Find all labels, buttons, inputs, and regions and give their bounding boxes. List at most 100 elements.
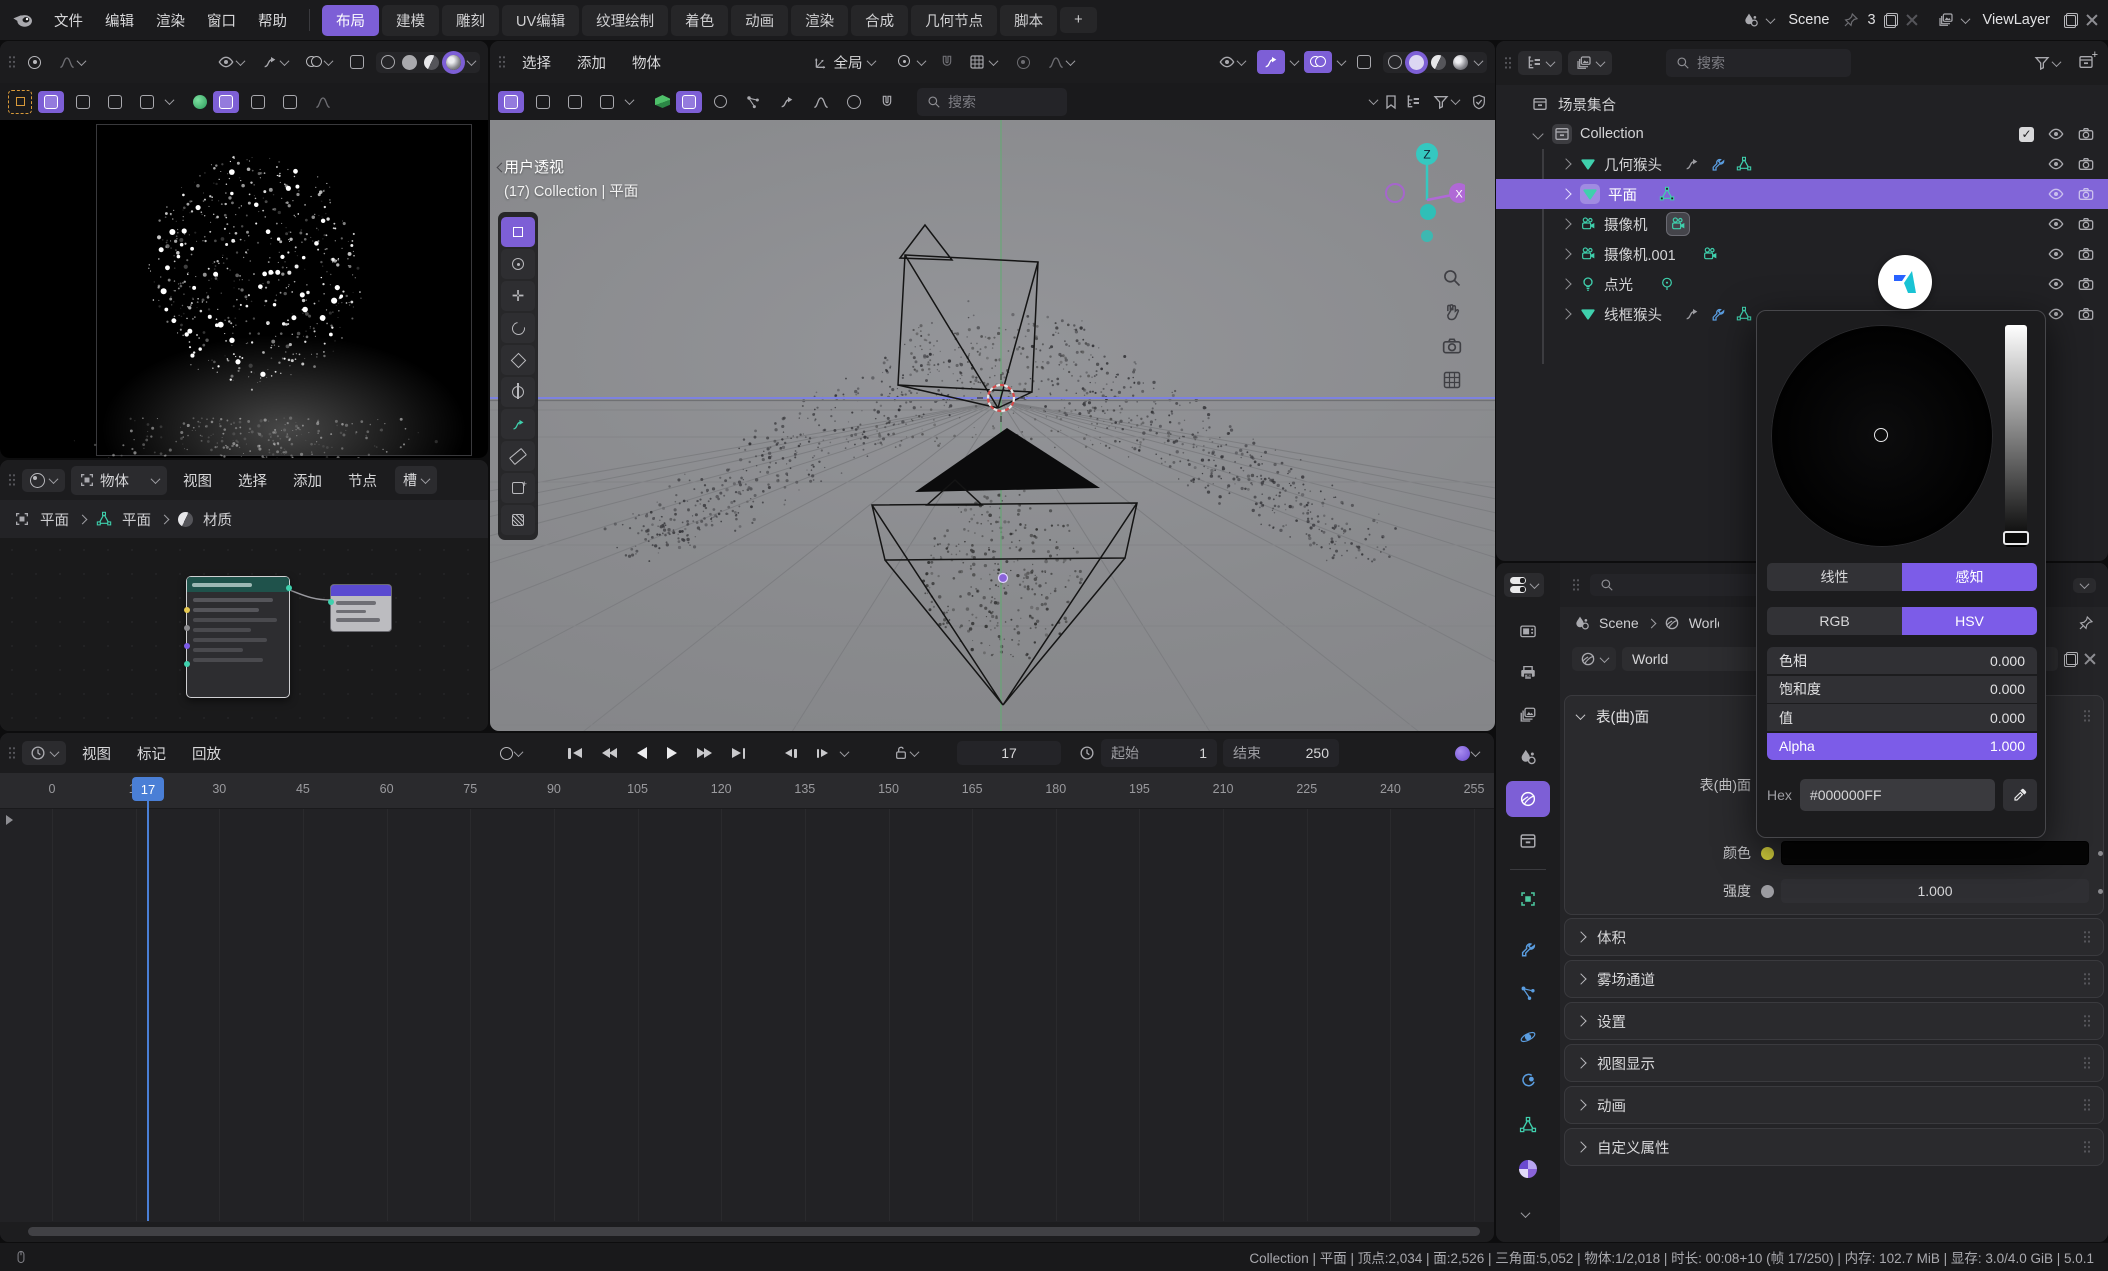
outliner-row-collection[interactable]: Collection ✓ bbox=[1496, 119, 2108, 149]
frame-end-field[interactable]: 结束250 bbox=[1223, 739, 1339, 767]
header-grip[interactable] bbox=[1572, 578, 1580, 592]
breadcrumb-world[interactable]: World bbox=[1689, 615, 1719, 631]
visibility-dropdown[interactable] bbox=[212, 50, 250, 74]
tabs-overflow-chevron[interactable] bbox=[1521, 1208, 1531, 1218]
jump-to-start-button[interactable] bbox=[561, 743, 589, 764]
panel-mist-pass[interactable]: 雾场通道 bbox=[1564, 960, 2104, 998]
timeline-menu-view[interactable]: 视图 bbox=[72, 740, 121, 767]
tab-scene-properties[interactable] bbox=[1506, 739, 1550, 775]
tab-physics-properties[interactable] bbox=[1506, 1019, 1550, 1055]
header-grip[interactable] bbox=[8, 473, 16, 487]
timeline-scrollbar-thumb[interactable] bbox=[28, 1227, 1480, 1236]
step-forward-button[interactable] bbox=[810, 744, 836, 763]
tool-icon-1[interactable] bbox=[708, 91, 733, 112]
proportional-edit-icon[interactable] bbox=[22, 52, 47, 73]
header-grip[interactable] bbox=[8, 746, 16, 760]
transform-orientation-dropdown[interactable]: 全局 bbox=[805, 48, 883, 77]
tab-geometry-nodes[interactable]: 几何节点 bbox=[911, 5, 997, 36]
breadcrumb-scene[interactable]: Scene bbox=[1599, 615, 1639, 631]
tab-shading[interactable]: 着色 bbox=[671, 5, 728, 36]
object-origin-dot[interactable] bbox=[999, 574, 1008, 583]
socket-geometry[interactable] bbox=[184, 661, 190, 667]
outliner-row-plane-selected[interactable]: 平面 bbox=[1496, 179, 2108, 209]
tab-material-properties[interactable] bbox=[1506, 1151, 1550, 1187]
world-browse-dropdown[interactable] bbox=[1572, 647, 1616, 671]
render-visibility-icon[interactable] bbox=[2078, 156, 2094, 172]
exclude-checkbox[interactable]: ✓ bbox=[2019, 127, 2034, 142]
tool-add-cube[interactable]: + bbox=[501, 473, 535, 503]
render-visibility-icon[interactable] bbox=[2078, 276, 2094, 292]
outliner-row-scene-collection[interactable]: 场景集合 bbox=[1496, 89, 2108, 119]
tab-uv-editing[interactable]: UV编辑 bbox=[502, 5, 579, 36]
tab-particles-properties[interactable] bbox=[1506, 975, 1550, 1011]
expand-chevron[interactable] bbox=[1560, 158, 1571, 169]
wrench-modifier-icon[interactable] bbox=[1710, 306, 1726, 322]
shading-material-icon[interactable] bbox=[424, 55, 439, 70]
viewlayer-icon[interactable] bbox=[1938, 12, 1954, 28]
menu-help[interactable]: 帮助 bbox=[248, 7, 297, 34]
current-frame-field[interactable]: 17 bbox=[957, 741, 1061, 765]
expand-chevron[interactable] bbox=[1560, 308, 1571, 319]
gizmos-chevron[interactable] bbox=[1290, 56, 1300, 66]
scene-dropdown-chevron[interactable] bbox=[1766, 14, 1776, 24]
breadcrumb-object[interactable]: 平面 bbox=[40, 509, 69, 530]
autokey-toggle[interactable] bbox=[493, 742, 529, 765]
color-wheel[interactable] bbox=[1771, 325, 1993, 547]
viewlayer-copy-icon[interactable] bbox=[2064, 13, 2078, 28]
cube-orientation-icon[interactable] bbox=[655, 95, 670, 108]
shading-rendered-icon[interactable] bbox=[1453, 55, 1468, 70]
socket-vector[interactable] bbox=[184, 643, 190, 649]
hide-eye-icon[interactable] bbox=[2048, 186, 2064, 202]
visibility-dropdown[interactable] bbox=[1213, 50, 1251, 74]
render-visibility-icon[interactable] bbox=[2078, 126, 2094, 142]
hide-eye-icon[interactable] bbox=[2048, 216, 2064, 232]
tool-select-box[interactable] bbox=[501, 217, 535, 247]
shading-wireframe-icon[interactable] bbox=[1388, 55, 1402, 69]
value-slider[interactable] bbox=[2005, 325, 2027, 547]
select-mode-extend-icon[interactable] bbox=[530, 91, 556, 113]
hue-slider[interactable]: 色相0.000 bbox=[1767, 647, 2037, 674]
socket-input[interactable] bbox=[328, 599, 334, 605]
tool-annotate[interactable] bbox=[501, 409, 535, 439]
gizmos-toggle[interactable] bbox=[1257, 50, 1285, 74]
xray-toggle[interactable] bbox=[1351, 51, 1377, 73]
select-mode-subtract-icon[interactable] bbox=[562, 91, 588, 113]
editor-type-dropdown[interactable] bbox=[22, 741, 66, 765]
color-swatch-black[interactable] bbox=[1781, 841, 2089, 865]
tab-texture-paint[interactable]: 纹理绘制 bbox=[582, 5, 668, 36]
tool-measure[interactable] bbox=[501, 441, 535, 471]
viewlayer-dropdown-chevron[interactable] bbox=[1960, 14, 1970, 24]
tool-cursor[interactable] bbox=[501, 249, 535, 279]
sync-dropdown[interactable] bbox=[1448, 741, 1486, 766]
outliner-row-geo-monkey[interactable]: 几何猴头 bbox=[1496, 149, 2108, 179]
overlays-toggle[interactable] bbox=[1304, 51, 1332, 73]
shader-menu-select[interactable]: 选择 bbox=[228, 467, 277, 494]
play-button[interactable] bbox=[660, 742, 684, 764]
blender-logo-icon[interactable] bbox=[12, 9, 34, 31]
render-visibility-icon[interactable] bbox=[2078, 216, 2094, 232]
frame-start-field[interactable]: 起始1 bbox=[1101, 739, 1217, 767]
tool-extra-2-icon[interactable] bbox=[277, 91, 303, 113]
tool-move[interactable]: ✛ bbox=[501, 281, 535, 311]
outliner-row-camera[interactable]: 摄像机 bbox=[1496, 209, 2108, 239]
snap-target-dropdown[interactable] bbox=[961, 50, 1005, 74]
curve-modifier-icon[interactable] bbox=[1684, 156, 1700, 172]
hide-eye-icon[interactable] bbox=[2048, 126, 2064, 142]
timeline-menu-marker[interactable]: 标记 bbox=[127, 740, 176, 767]
expand-chevron[interactable] bbox=[1560, 218, 1571, 229]
proportional-edit-icon[interactable] bbox=[1011, 52, 1036, 73]
tool-icon-2[interactable] bbox=[739, 90, 767, 114]
tool-options-chevron[interactable] bbox=[165, 95, 175, 105]
tab-world-properties[interactable] bbox=[1506, 781, 1550, 817]
tab-animation[interactable]: 动画 bbox=[731, 5, 788, 36]
material-preview-sphere-icon[interactable] bbox=[193, 95, 207, 109]
tab-object-properties[interactable] bbox=[1506, 881, 1550, 917]
pivot-point-dropdown[interactable] bbox=[889, 51, 933, 73]
tool-options-chevron[interactable] bbox=[625, 95, 635, 105]
filter-dropdown[interactable] bbox=[1427, 90, 1465, 114]
falloff-dropdown[interactable] bbox=[1042, 50, 1080, 74]
shader-menu-add[interactable]: 添加 bbox=[283, 467, 332, 494]
shading-dropdown-chevron[interactable] bbox=[467, 56, 477, 66]
tab-scripting[interactable]: 脚本 bbox=[1000, 5, 1057, 36]
saturation-slider[interactable]: 饱和度0.000 bbox=[1767, 676, 2037, 703]
